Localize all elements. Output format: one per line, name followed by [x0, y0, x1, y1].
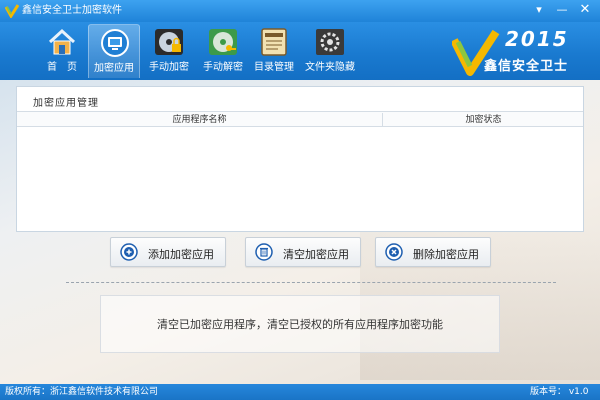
- version-text: 版本号： v1.0: [530, 387, 589, 397]
- close-button[interactable]: ✕: [576, 2, 594, 18]
- clear-encrypt-apps-label: 清空加密应用: [283, 248, 349, 261]
- brand-year: 2015: [505, 27, 569, 51]
- monitor-icon: [101, 29, 129, 57]
- app-logo-icon: [5, 4, 19, 18]
- main-content: 加密应用管理 应用程序名称 加密状态 添加加密应用 清空加密应用 删除加密应用 …: [0, 80, 600, 384]
- encrypt-app-panel: 加密应用管理 应用程序名称 加密状态: [16, 86, 584, 232]
- tab-directory-manage-label: 目录管理: [254, 62, 294, 73]
- tab-encrypt-apps[interactable]: 加密应用: [88, 24, 140, 78]
- tab-folder-hide[interactable]: 文件夹隐藏: [304, 24, 356, 78]
- description-box: 清空已加密应用程序，清空已授权的所有应用程序加密功能: [100, 295, 500, 353]
- disc-key-icon: [209, 29, 237, 55]
- home-icon: [48, 28, 76, 55]
- delete-circle-icon: [385, 243, 403, 261]
- tab-manual-decrypt[interactable]: 手动解密: [197, 24, 249, 78]
- panel-title: 加密应用管理: [33, 98, 99, 109]
- plus-circle-icon: [120, 243, 138, 261]
- clear-encrypt-apps-button[interactable]: 清空加密应用: [245, 237, 361, 267]
- app-window: 鑫信安全卫士加密软件 ▾ — ✕ 首 页 加密应用 手动加密 手动解密 目录管理…: [0, 0, 600, 400]
- brand-name: 鑫信安全卫士: [484, 59, 569, 74]
- notebook-icon: [261, 28, 287, 56]
- description-text: 清空已加密应用程序，清空已授权的所有应用程序加密功能: [157, 318, 443, 331]
- tab-directory-manage[interactable]: 目录管理: [248, 24, 300, 78]
- add-encrypt-app-button[interactable]: 添加加密应用: [110, 237, 226, 267]
- delete-encrypt-app-label: 删除加密应用: [413, 248, 479, 261]
- add-encrypt-app-label: 添加加密应用: [148, 248, 214, 261]
- column-header-encrypt-status[interactable]: 加密状态: [384, 113, 583, 127]
- disc-lock-icon: [155, 29, 183, 55]
- title-bar[interactable]: 鑫信安全卫士加密软件 ▾ — ✕: [0, 0, 600, 22]
- tab-home-label: 首 页: [47, 62, 77, 73]
- folder-gear-icon: [316, 29, 344, 55]
- trash-icon: [255, 243, 273, 261]
- table-header: 应用程序名称 加密状态: [17, 111, 583, 127]
- tab-manual-decrypt-label: 手动解密: [203, 62, 243, 73]
- window-title: 鑫信安全卫士加密软件: [22, 5, 122, 16]
- tab-folder-hide-label: 文件夹隐藏: [305, 62, 355, 73]
- copyright-text: 版权所有：浙江鑫信软件技术有限公司: [5, 387, 159, 397]
- tab-manual-encrypt-label: 手动加密: [149, 62, 189, 73]
- window-menu-button[interactable]: ▾: [530, 2, 548, 18]
- status-bar: 版权所有：浙江鑫信软件技术有限公司 版本号： v1.0: [0, 384, 600, 400]
- column-header-app-name[interactable]: 应用程序名称: [17, 113, 383, 127]
- tab-encrypt-apps-label: 加密应用: [94, 63, 134, 74]
- tab-manual-encrypt[interactable]: 手动加密: [143, 24, 195, 78]
- tab-home[interactable]: 首 页: [36, 24, 88, 78]
- dashed-divider: [66, 282, 556, 283]
- delete-encrypt-app-button[interactable]: 删除加密应用: [375, 237, 491, 267]
- minimize-button[interactable]: —: [553, 2, 571, 18]
